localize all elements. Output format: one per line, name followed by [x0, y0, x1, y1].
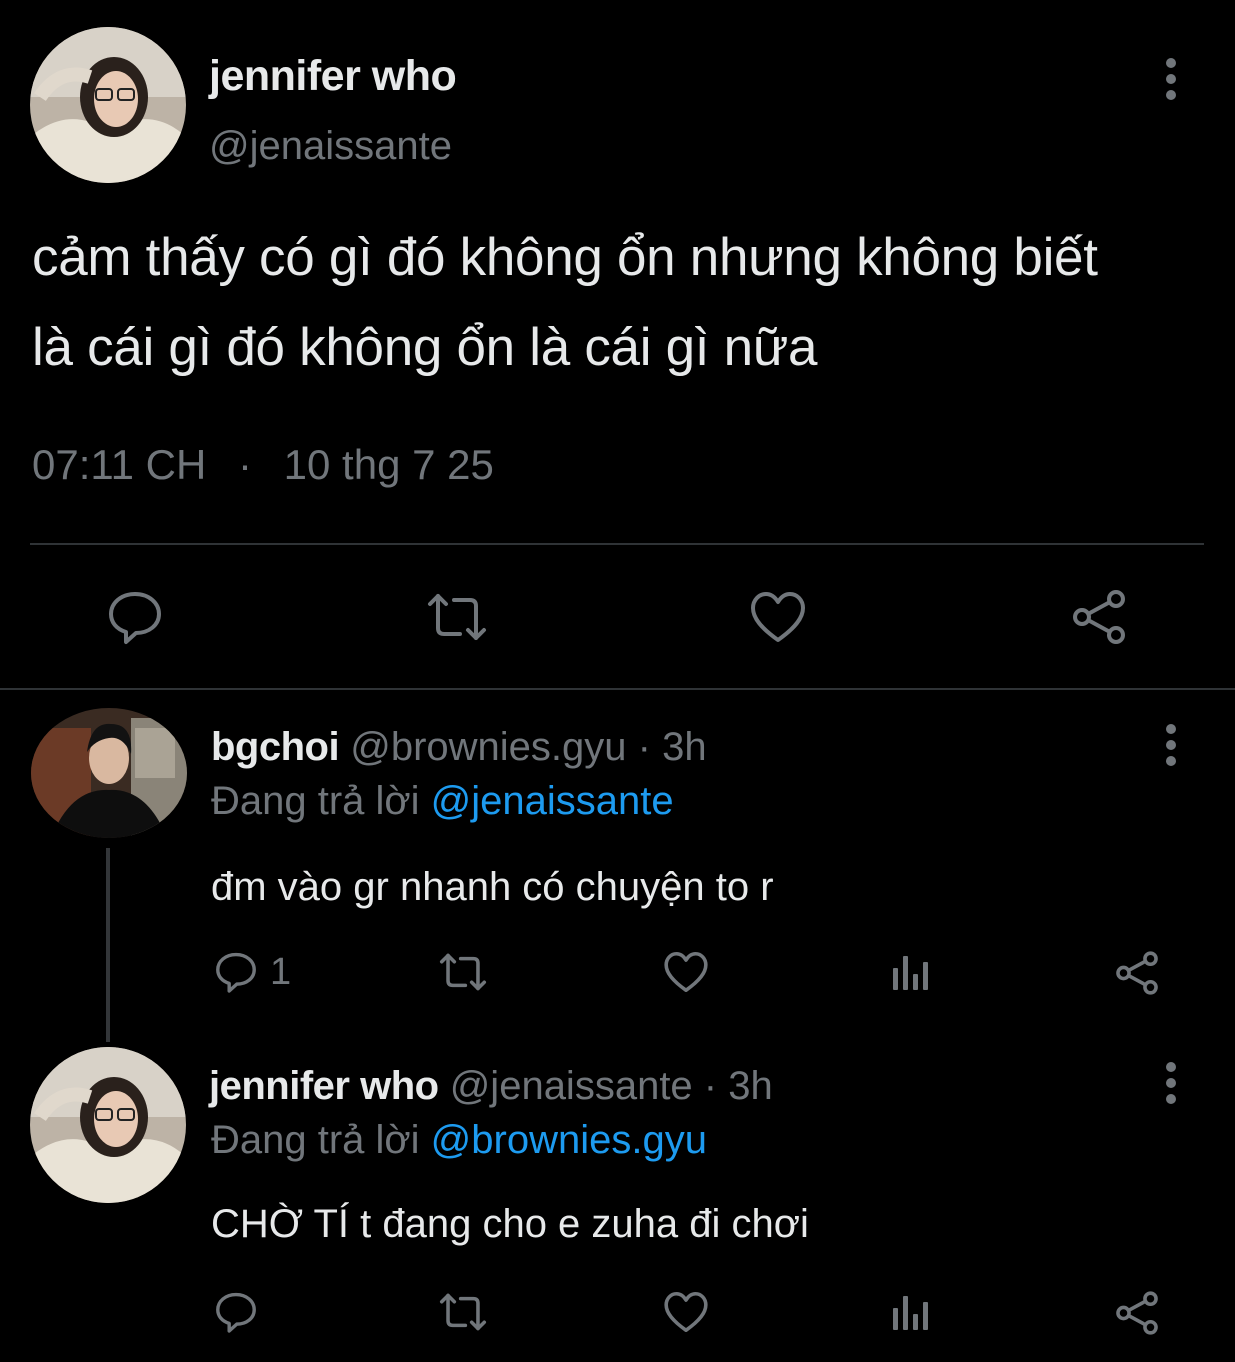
tweet-author-name[interactable]: jennifer who [209, 50, 457, 102]
like-icon[interactable] [749, 590, 807, 644]
reply-1-header: bgchoi @brownies.gyu · 3h [211, 722, 707, 772]
reply-2-replying-prefix: Đang trả lời [211, 1118, 420, 1162]
reply-2-author-handle[interactable]: @jenaissante [450, 1064, 693, 1108]
reply-2-more-icon[interactable] [1163, 1062, 1179, 1104]
avatar-jennifer[interactable] [30, 27, 186, 183]
reply-2-text: CHỜ TÍ t đang cho e zuha đi chơi [211, 1202, 809, 1246]
reply-1-replying-to: Đang trả lời @jenaissante [211, 776, 674, 826]
tweet-time: 07:11 CH [32, 441, 207, 488]
reply-2-header: jennifer who @jenaissante · 3h [209, 1061, 773, 1111]
reply-1-retweet-icon[interactable] [437, 950, 489, 994]
reply-2-author-name[interactable]: jennifer who [209, 1064, 439, 1108]
avatar-bgchoi[interactable] [31, 708, 187, 838]
reply-2-age: · 3h [703, 1064, 773, 1108]
tweet-timestamp[interactable]: 07:11 CH · 10 thg 7 25 [32, 440, 494, 490]
avatar-jennifer-reply[interactable] [30, 1047, 186, 1203]
reply-1-author-handle[interactable]: @brownies.gyu [350, 725, 626, 769]
reply-2-replying-handle[interactable]: @brownies.gyu [431, 1118, 707, 1162]
tweet-text-line-2: là cái gì đó không ổn là cái gì nữa [32, 318, 818, 377]
tweet-author-handle[interactable]: @jenaissante [209, 122, 452, 170]
reply-1-reply-button[interactable]: 1 [214, 950, 291, 994]
reply-1-more-icon[interactable] [1163, 724, 1179, 766]
reply-1-thread-line [106, 848, 110, 1042]
reply-icon[interactable] [106, 588, 164, 646]
reply-1-age: · 3h [637, 725, 707, 769]
reply-1-author-name[interactable]: bgchoi [211, 725, 340, 769]
reply-2-reply-icon[interactable] [214, 1290, 258, 1334]
reply-2-views-icon[interactable] [891, 1292, 931, 1332]
reply-2-replying-to: Đang trả lời @brownies.gyu [211, 1115, 707, 1165]
retweet-icon[interactable] [424, 590, 490, 644]
tweet-date: 10 thg 7 25 [283, 441, 494, 488]
reply-2-like-icon[interactable] [663, 1290, 709, 1334]
share-icon[interactable] [1070, 588, 1128, 646]
reply-icon [214, 950, 258, 994]
tweet-divider [30, 543, 1204, 545]
reply-2-retweet-icon[interactable] [437, 1290, 489, 1334]
timestamp-separator: · [238, 441, 252, 488]
reply-1-text: đm vào gr nhanh có chuyện to r [211, 865, 774, 909]
reply-1-like-icon[interactable] [663, 950, 709, 994]
tweet-text-line-1: cảm thấy có gì đó không ổn nhưng không b… [32, 228, 1098, 287]
thread-divider [0, 688, 1235, 690]
reply-1-replying-handle[interactable]: @jenaissante [431, 779, 674, 823]
reply-1-views-icon[interactable] [891, 952, 931, 992]
reply-2-share-icon[interactable] [1114, 1290, 1160, 1336]
reply-1-share-icon[interactable] [1114, 950, 1160, 996]
tweet-more-icon[interactable] [1163, 58, 1179, 100]
reply-1-reply-count: 1 [270, 950, 292, 993]
reply-1-replying-prefix: Đang trả lời [211, 779, 420, 823]
